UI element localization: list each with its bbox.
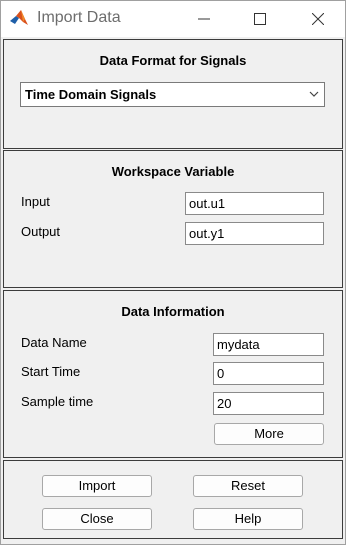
maximize-icon — [254, 13, 266, 25]
sample-time-field[interactable]: 20 — [213, 392, 324, 415]
data-name-field[interactable]: mydata — [213, 333, 324, 356]
start-time-field[interactable]: 0 — [213, 362, 324, 385]
start-time-label: Start Time — [21, 364, 81, 379]
help-button[interactable]: Help — [193, 508, 303, 530]
data-format-panel-title: Data Format for Signals — [99, 53, 247, 68]
close-button[interactable]: Close — [42, 508, 152, 530]
data-information-panel: Data Information Data Name mydata Start … — [3, 290, 343, 458]
chevron-down-icon — [309, 91, 319, 97]
sample-time-label: Sample time — [21, 394, 94, 409]
output-field[interactable]: out.y1 — [185, 222, 324, 245]
workspace-panel-title: Workspace Variable — [111, 164, 235, 179]
data-format-selected: Time Domain Signals — [25, 87, 157, 102]
minimize-button[interactable] — [181, 1, 227, 37]
data-info-panel-title: Data Information — [121, 304, 225, 319]
close-window-button[interactable] — [295, 1, 341, 37]
close-icon — [312, 13, 324, 25]
minimize-icon — [198, 18, 210, 20]
data-format-dropdown[interactable]: Time Domain Signals — [20, 82, 325, 107]
matlab-logo-icon — [9, 8, 29, 28]
workspace-variable-panel: Workspace Variable Input out.u1 Output o… — [3, 150, 343, 288]
import-button[interactable]: Import — [42, 475, 152, 497]
more-button[interactable]: More — [214, 423, 324, 445]
maximize-button[interactable] — [237, 1, 283, 37]
data-name-label: Data Name — [21, 335, 87, 350]
output-label: Output — [21, 224, 61, 239]
action-buttons-panel: Import Reset Close Help — [3, 460, 343, 539]
import-data-window: Import Data Data Format for Signals Time… — [0, 0, 346, 545]
input-label: Input — [21, 194, 50, 209]
title-bar[interactable]: Import Data — [1, 1, 345, 37]
reset-button[interactable]: Reset — [193, 475, 303, 497]
window-title: Import Data — [37, 9, 121, 26]
data-format-panel: Data Format for Signals Time Domain Sign… — [3, 39, 343, 149]
input-field[interactable]: out.u1 — [185, 192, 324, 215]
